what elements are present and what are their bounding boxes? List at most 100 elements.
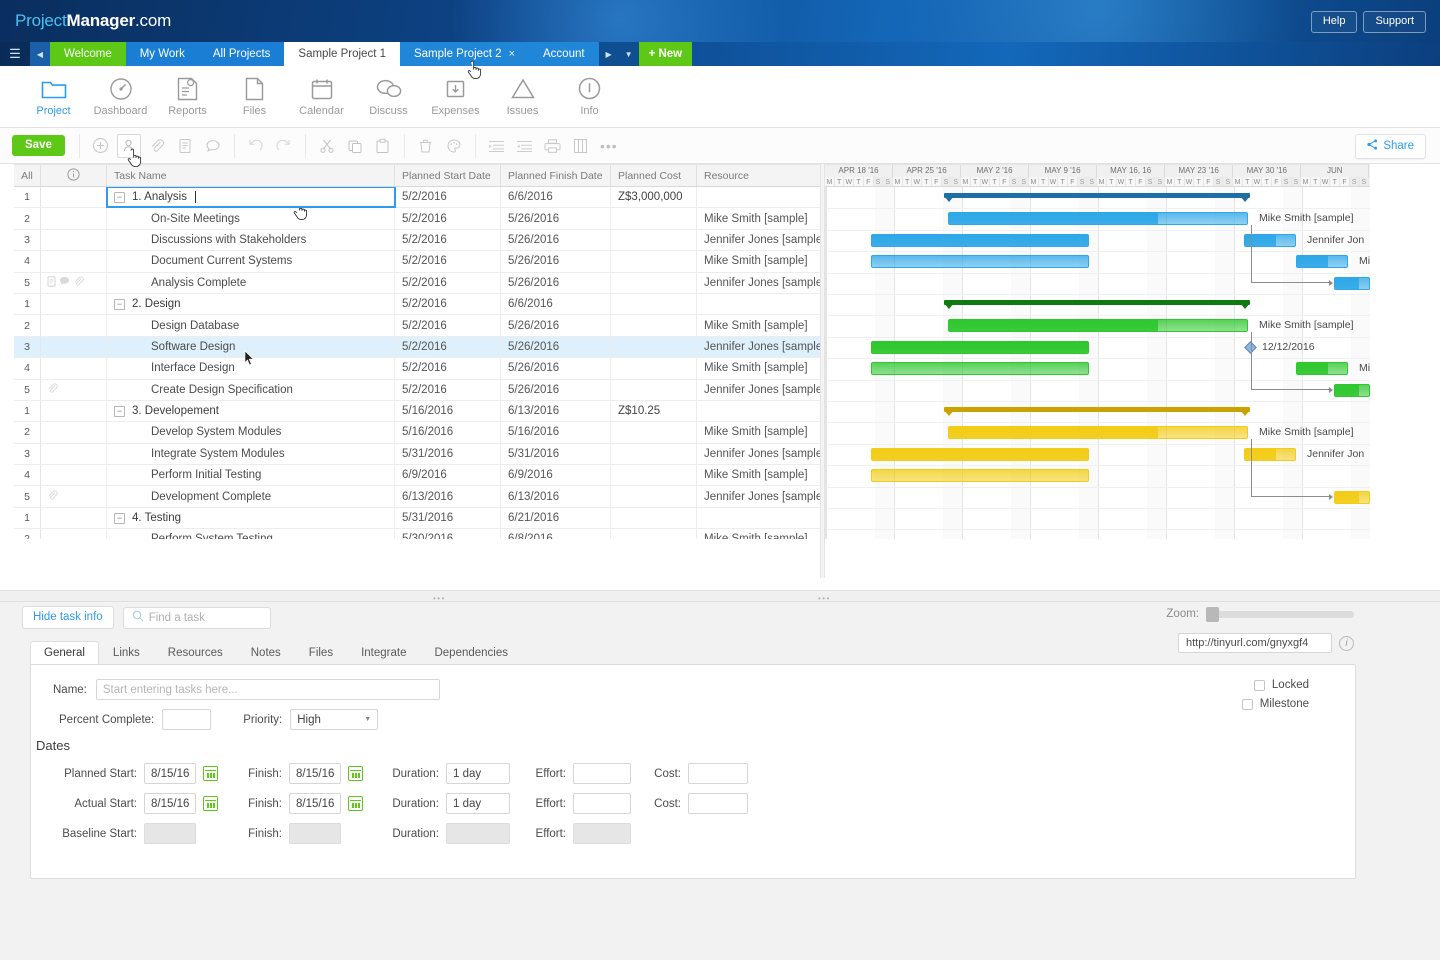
tab-notes[interactable]: Notes (237, 641, 295, 665)
table-row[interactable]: 2Develop System Modules5/16/20165/16/201… (14, 422, 825, 443)
task-name-cell[interactable]: Perform System Testing (107, 529, 395, 539)
planned-finish-cell[interactable]: 5/26/2016 (501, 251, 611, 271)
task-name-cell[interactable]: Document Current Systems (107, 251, 395, 271)
planned-cost-cell[interactable]: Z$10.25 (611, 401, 697, 421)
project-tab-account[interactable]: Account (529, 42, 599, 66)
planned-start-cell[interactable]: 5/2/2016 (395, 273, 501, 293)
planned-start-cell[interactable]: 5/2/2016 (395, 208, 501, 228)
priority-select[interactable]: High ▼ (290, 709, 378, 730)
help-button[interactable]: Help (1311, 11, 1358, 33)
close-icon[interactable]: × (509, 48, 515, 60)
row-indicators[interactable] (41, 337, 107, 357)
task-name-cell[interactable]: Software Design (107, 337, 395, 357)
table-row[interactable]: 1−4. Testing5/31/20166/21/2016 (14, 508, 825, 529)
module-nav-item-expenses[interactable]: Expenses (422, 77, 489, 117)
planned-cost-cell[interactable] (611, 294, 697, 314)
percent-complete-input[interactable] (162, 709, 211, 730)
project-tab-sample-project-1[interactable]: Sample Project 1 (284, 42, 400, 66)
row-number[interactable]: 3 (14, 230, 41, 250)
gantt-task-bar[interactable] (871, 255, 1089, 268)
date-duration-input[interactable]: 1 day (446, 793, 510, 814)
row-number[interactable]: 1 (14, 401, 41, 421)
row-indicators[interactable] (41, 529, 107, 539)
row-indicators[interactable] (41, 380, 107, 400)
project-tab-my-work[interactable]: My Work (126, 42, 199, 66)
collapse-toggle-icon[interactable]: − (114, 299, 125, 310)
tabs-next-icon[interactable]: ▶ (599, 42, 619, 66)
row-number[interactable]: 1 (14, 187, 41, 207)
tab-integrate[interactable]: Integrate (347, 641, 420, 665)
table-row[interactable]: 1−2. Design5/2/20166/6/2016 (14, 294, 825, 315)
date-cost-input[interactable] (688, 763, 748, 784)
column-header-all[interactable]: All (14, 165, 41, 186)
attach-icon[interactable] (145, 134, 169, 158)
attach-icon[interactable] (47, 490, 58, 504)
row-number[interactable]: 3 (14, 337, 41, 357)
planned-finish-cell[interactable]: 5/26/2016 (501, 230, 611, 250)
zoom-slider-track[interactable] (1206, 611, 1354, 618)
zoom-slider-thumb[interactable] (1206, 607, 1219, 622)
row-indicators[interactable] (41, 273, 107, 293)
resource-cell[interactable]: Jennifer Jones [sample] (697, 486, 825, 506)
locked-checkbox[interactable] (1254, 680, 1265, 691)
paste-icon[interactable] (371, 134, 395, 158)
table-row[interactable]: 1−1. Analysis5/2/20166/6/2016Z$3,000,000 (14, 187, 825, 208)
planned-finish-cell[interactable]: 6/13/2016 (501, 401, 611, 421)
module-nav-item-calendar[interactable]: Calendar (288, 77, 355, 117)
calendar-picker-icon-start[interactable] (203, 796, 218, 811)
row-number[interactable]: 5 (14, 273, 41, 293)
resource-cell[interactable] (697, 187, 825, 207)
gantt-chart-body[interactable]: Mike Smith [sample]Jennifer JonMikMike S… (825, 187, 1370, 539)
table-row[interactable]: 3Software Design5/2/20165/26/2016Jennife… (14, 337, 825, 358)
resource-cell[interactable]: Mike Smith [sample] (697, 465, 825, 485)
resource-cell[interactable]: Jennifer Jones [sample] (697, 337, 825, 357)
planned-finish-cell[interactable]: 6/13/2016 (501, 486, 611, 506)
cut-icon[interactable] (315, 134, 339, 158)
table-row[interactable]: 5Analysis Complete5/2/20165/26/2016Jenni… (14, 273, 825, 294)
redo-icon[interactable] (272, 134, 296, 158)
row-indicators[interactable] (41, 422, 107, 442)
calendar-picker-icon-finish[interactable] (348, 796, 363, 811)
planned-cost-cell[interactable]: Z$3,000,000 (611, 187, 697, 207)
hide-task-info-button[interactable]: Hide task info (22, 606, 114, 629)
resource-cell[interactable]: Mike Smith [sample] (697, 208, 825, 228)
planned-finish-cell[interactable]: 5/26/2016 (501, 337, 611, 357)
add-task-icon[interactable] (89, 134, 113, 158)
task-name-cell[interactable]: Design Database (107, 315, 395, 335)
row-indicators[interactable] (41, 230, 107, 250)
project-tab-welcome[interactable]: Welcome (50, 42, 126, 66)
module-nav-item-files[interactable]: Files (221, 77, 288, 117)
name-input[interactable]: Start entering tasks here... (96, 679, 440, 700)
column-header-planned-finish[interactable]: Planned Finish Date (501, 165, 611, 186)
project-tab-all-projects[interactable]: All Projects (199, 42, 285, 66)
planned-cost-cell[interactable] (611, 529, 697, 539)
table-row[interactable]: 4Perform Initial Testing6/9/20166/9/2016… (14, 465, 825, 486)
task-name-cell[interactable]: Develop System Modules (107, 422, 395, 442)
planned-start-cell[interactable]: 5/31/2016 (395, 444, 501, 464)
save-button[interactable]: Save (12, 135, 65, 156)
task-name-cell[interactable]: −1. Analysis (107, 187, 395, 207)
column-header-planned-start[interactable]: Planned Start Date (395, 165, 501, 186)
task-name-cell[interactable]: −3. Developement (107, 401, 395, 421)
planned-start-cell[interactable]: 6/13/2016 (395, 486, 501, 506)
comment-icon[interactable] (201, 134, 225, 158)
gantt-task-bar[interactable] (871, 341, 1089, 354)
planned-start-cell[interactable]: 5/2/2016 (395, 251, 501, 271)
column-header-task-name[interactable]: Task Name (107, 165, 395, 186)
tabs-prev-icon[interactable]: ◀ (30, 42, 50, 66)
row-indicators[interactable] (41, 358, 107, 378)
planned-cost-cell[interactable] (611, 337, 697, 357)
delete-icon[interactable] (414, 134, 438, 158)
planned-cost-cell[interactable] (611, 251, 697, 271)
column-header-resource[interactable]: Resource (697, 165, 825, 186)
module-nav-item-discuss[interactable]: Discuss (355, 77, 422, 117)
resource-cell[interactable]: Mike Smith [sample] (697, 315, 825, 335)
planned-finish-cell[interactable]: 5/26/2016 (501, 273, 611, 293)
row-indicators[interactable] (41, 444, 107, 464)
date-finish-input[interactable]: 8/15/16 (289, 793, 341, 814)
row-number[interactable]: 4 (14, 465, 41, 485)
gantt-task-bar[interactable] (948, 426, 1248, 439)
planned-cost-cell[interactable] (611, 422, 697, 442)
planned-cost-cell[interactable] (611, 486, 697, 506)
collapse-toggle-icon[interactable]: − (114, 513, 125, 524)
